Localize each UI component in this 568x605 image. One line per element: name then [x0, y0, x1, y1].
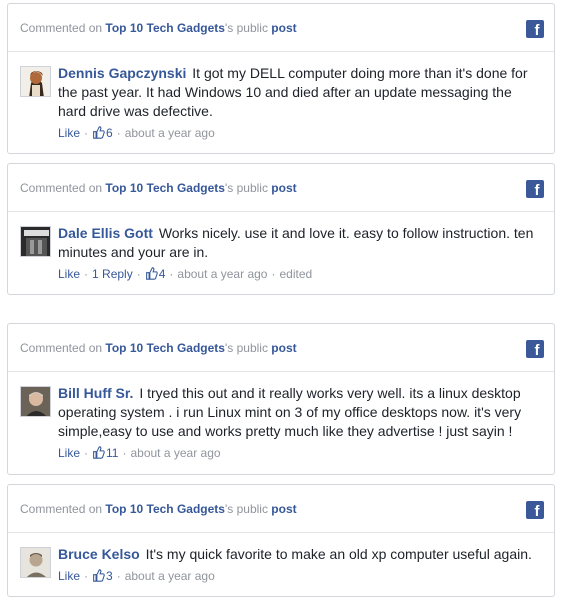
- avatar[interactable]: [20, 386, 51, 417]
- comment-card: Commented on Top 10 Tech Gadgets's publi…: [7, 3, 555, 154]
- comment-meta: Like · 6 · about a year ago: [58, 126, 542, 140]
- separator-dot: ·: [116, 569, 121, 583]
- comment-body: Dennis Gapczynski It got my DELL compute…: [58, 64, 542, 121]
- like-count[interactable]: 3: [106, 569, 113, 583]
- separator-dot: ·: [122, 446, 127, 460]
- separator-dot: ·: [84, 569, 89, 583]
- post-link[interactable]: post: [271, 502, 296, 516]
- thumbs-up-icon[interactable]: [92, 126, 105, 140]
- comment-card: Commented on Top 10 Tech Gadgets's publi…: [7, 323, 555, 475]
- avatar[interactable]: [20, 66, 51, 97]
- separator-dot: ·: [116, 126, 121, 140]
- comment-card: Commented on Top 10 Tech Gadgets's publi…: [7, 163, 555, 295]
- page-link[interactable]: Top 10 Tech Gadgets: [105, 502, 225, 516]
- facebook-icon[interactable]: f: [526, 501, 544, 519]
- author-name-link[interactable]: Dennis Gapczynski: [58, 65, 186, 81]
- like-count[interactable]: 6: [106, 126, 113, 140]
- comment-meta: Like · 3 · about a year ago: [58, 569, 542, 583]
- header-prefix: Commented on: [20, 501, 103, 516]
- page-link[interactable]: Top 10 Tech Gadgets: [105, 21, 225, 35]
- comment-text: It's my quick favorite to make an old xp…: [145, 546, 532, 562]
- separator-dot: ·: [169, 267, 174, 281]
- timestamp[interactable]: about a year ago: [125, 569, 215, 583]
- header-text: Commented on Top 10 Tech Gadgets's publi…: [20, 502, 297, 516]
- avatar[interactable]: [20, 226, 51, 257]
- page-link[interactable]: Top 10 Tech Gadgets: [105, 181, 225, 195]
- comment-meta: Like · 1 Reply · 4 · about a year ago · …: [58, 267, 542, 281]
- card-header: Commented on Top 10 Tech Gadgets's publi…: [8, 324, 554, 372]
- comment-body: Bruce Kelso It's my quick favorite to ma…: [58, 545, 542, 564]
- header-possessive: 's public: [224, 501, 268, 516]
- like-count[interactable]: 4: [159, 267, 166, 281]
- author-name-link[interactable]: Bruce Kelso: [58, 546, 140, 562]
- header-prefix: Commented on: [20, 180, 103, 195]
- like-button[interactable]: Like: [58, 569, 80, 583]
- separator-dot: ·: [136, 267, 141, 281]
- author-name-link[interactable]: Dale Ellis Gott: [58, 225, 153, 241]
- timestamp[interactable]: about a year ago: [130, 446, 220, 460]
- header-possessive: 's public: [224, 340, 268, 355]
- facebook-icon[interactable]: f: [526, 340, 544, 358]
- like-button[interactable]: Like: [58, 446, 80, 460]
- card-header: Commented on Top 10 Tech Gadgets's publi…: [8, 4, 554, 52]
- comment-body: Dale Ellis Gott Works nicely. use it and…: [58, 224, 542, 262]
- comment: Bill Huff Sr. I tryed this out and it re…: [8, 372, 554, 460]
- header-prefix: Commented on: [20, 20, 103, 35]
- card-header: Commented on Top 10 Tech Gadgets's publi…: [8, 485, 554, 533]
- thumbs-up-icon[interactable]: [92, 569, 105, 583]
- separator-dot: ·: [84, 126, 89, 140]
- like-button[interactable]: Like: [58, 126, 80, 140]
- facebook-icon[interactable]: f: [526, 180, 544, 198]
- thumbs-up-icon[interactable]: [145, 267, 158, 281]
- facebook-icon[interactable]: f: [526, 20, 544, 38]
- comment-body: Bill Huff Sr. I tryed this out and it re…: [58, 384, 542, 441]
- avatar[interactable]: [20, 547, 51, 578]
- like-count[interactable]: 11: [106, 446, 118, 460]
- separator-dot: ·: [84, 267, 89, 281]
- author-name-link[interactable]: Bill Huff Sr.: [58, 385, 133, 401]
- edited-label[interactable]: edited: [279, 267, 312, 281]
- comment-meta: Like · 11 · about a year ago: [58, 446, 542, 460]
- page-link[interactable]: Top 10 Tech Gadgets: [105, 341, 225, 355]
- like-button[interactable]: Like: [58, 267, 80, 281]
- comment-card: Commented on Top 10 Tech Gadgets's publi…: [7, 484, 555, 597]
- post-link[interactable]: post: [271, 341, 296, 355]
- reply-link[interactable]: 1 Reply: [92, 267, 133, 281]
- header-possessive: 's public: [224, 20, 268, 35]
- post-link[interactable]: post: [271, 181, 296, 195]
- separator-dot: ·: [84, 446, 89, 460]
- comment: Bruce Kelso It's my quick favorite to ma…: [8, 533, 554, 583]
- comment: Dale Ellis Gott Works nicely. use it and…: [8, 212, 554, 281]
- separator-dot: ·: [271, 267, 276, 281]
- header-text: Commented on Top 10 Tech Gadgets's publi…: [20, 341, 297, 355]
- header-possessive: 's public: [224, 180, 268, 195]
- header-prefix: Commented on: [20, 340, 103, 355]
- header-text: Commented on Top 10 Tech Gadgets's publi…: [20, 181, 297, 195]
- comment: Dennis Gapczynski It got my DELL compute…: [8, 52, 554, 140]
- post-link[interactable]: post: [271, 21, 296, 35]
- thumbs-up-icon[interactable]: [92, 446, 105, 460]
- card-header: Commented on Top 10 Tech Gadgets's publi…: [8, 164, 554, 212]
- header-text: Commented on Top 10 Tech Gadgets's publi…: [20, 21, 297, 35]
- timestamp[interactable]: about a year ago: [125, 126, 215, 140]
- timestamp[interactable]: about a year ago: [177, 267, 267, 281]
